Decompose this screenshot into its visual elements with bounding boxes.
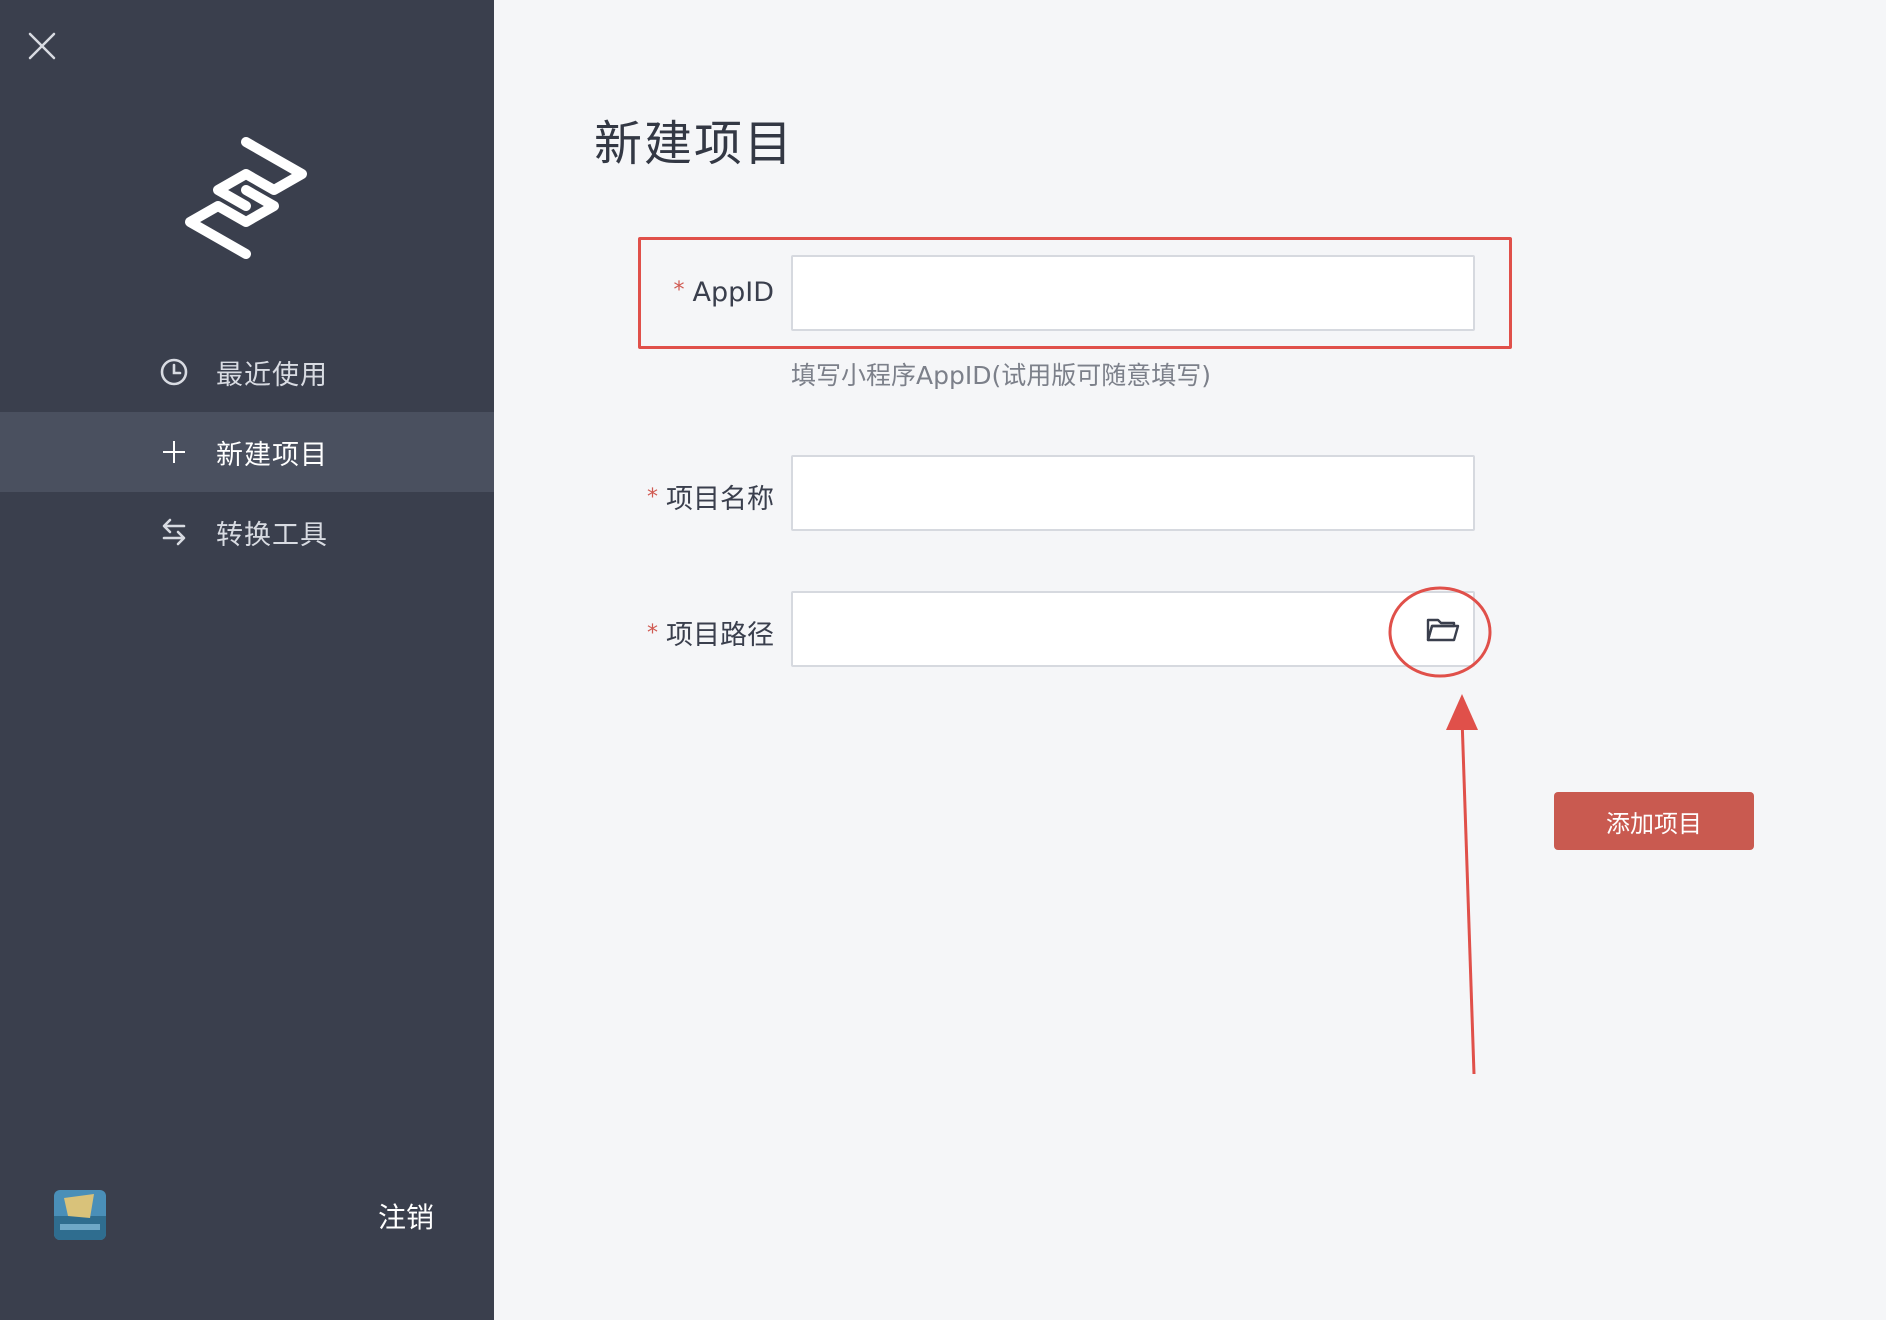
sidebar-item-recent[interactable]: 最近使用 (0, 332, 494, 412)
project-name-label-text: 项目名称 (666, 484, 774, 515)
project-path-label: * 项目路径 (514, 613, 774, 652)
folder-icon (1426, 618, 1460, 642)
project-path-label-text: 项目路径 (666, 620, 774, 651)
sidebar-item-convert-tools[interactable]: 转换工具 (0, 492, 494, 572)
clock-icon (158, 356, 190, 388)
project-path-input[interactable] (791, 591, 1475, 667)
app-logo (176, 134, 316, 262)
appid-label: * AppID (514, 277, 774, 308)
app-window: 最近使用 新建项目 转换工具 注销 新建项目 * AppID 填写小程序AppI… (0, 0, 1886, 1320)
required-marker: * (673, 278, 685, 303)
annotation-arrow-head (1446, 694, 1478, 730)
annotation-arrow-line (1460, 717, 1476, 1075)
logo-icon (185, 137, 307, 259)
sidebar-item-label: 新建项目 (216, 439, 328, 471)
close-icon (28, 32, 56, 60)
sidebar-item-label: 转换工具 (216, 519, 328, 551)
sidebar: 最近使用 新建项目 转换工具 注销 (0, 0, 494, 1320)
browse-folder-button[interactable] (1420, 612, 1464, 648)
appid-input[interactable] (791, 255, 1475, 331)
project-name-label: * 项目名称 (514, 477, 774, 516)
appid-label-text: AppID (692, 277, 774, 308)
add-project-button[interactable]: 添加项目 (1554, 792, 1754, 850)
plus-icon (158, 436, 190, 468)
required-marker: * (647, 485, 658, 510)
appid-hint: 填写小程序AppID(试用版可随意填写) (791, 361, 1211, 390)
sidebar-item-new-project[interactable]: 新建项目 (0, 412, 494, 492)
required-marker: * (647, 621, 658, 646)
project-name-input[interactable] (791, 455, 1475, 531)
sidebar-nav: 最近使用 新建项目 转换工具 (0, 332, 494, 572)
page-title: 新建项目 (594, 116, 795, 172)
swap-icon (158, 516, 190, 548)
close-button[interactable] (26, 30, 58, 62)
avatar[interactable] (54, 1190, 106, 1240)
logout-button[interactable]: 注销 (378, 1196, 434, 1236)
sidebar-item-label: 最近使用 (216, 359, 328, 391)
main-content: 新建项目 * AppID 填写小程序AppID(试用版可随意填写) * 项目名称 *… (494, 0, 1886, 1320)
